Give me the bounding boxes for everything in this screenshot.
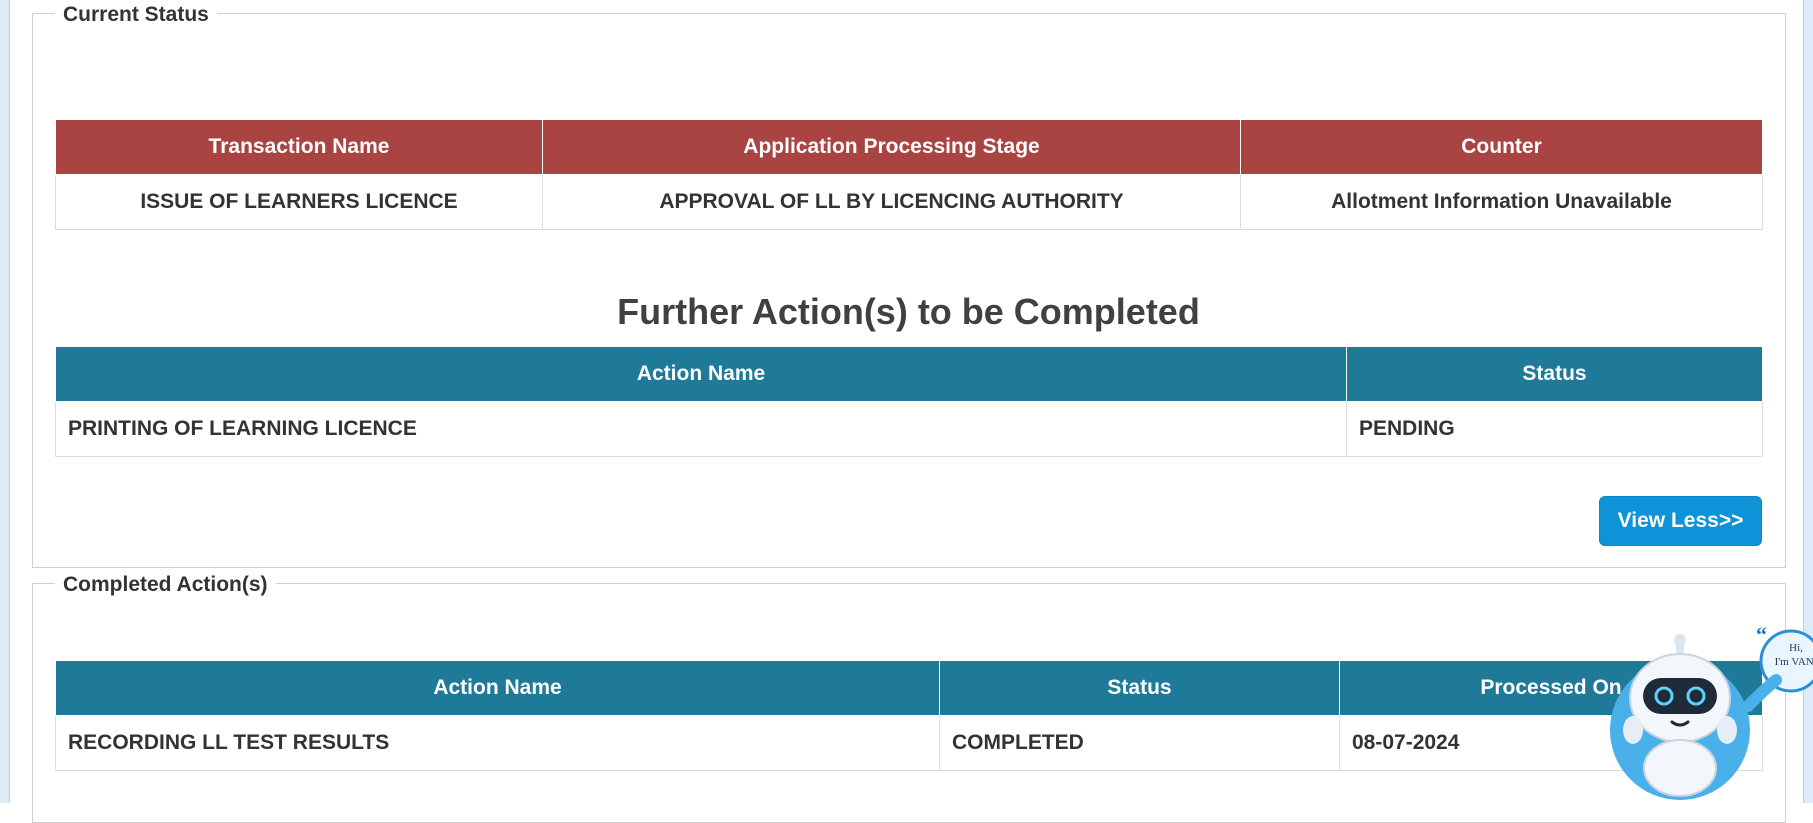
column-header-action-name: Action Name bbox=[55, 660, 940, 716]
current-status-panel: Current Status Transaction Name Applicat… bbox=[32, 3, 1786, 568]
table-header-row: Action Name Status Processed On bbox=[55, 660, 1763, 716]
action-name-cell: PRINTING OF LEARNING LICENCE bbox=[55, 401, 1347, 457]
status-cell: COMPLETED bbox=[939, 715, 1340, 771]
action-name-cell: RECORDING LL TEST RESULTS bbox=[55, 715, 940, 771]
completed-actions-table: Action Name Status Processed On RECORDIN… bbox=[55, 660, 1763, 771]
chatbot-greeting: Hi, I'm VANI bbox=[1771, 641, 1813, 669]
column-header-counter: Counter bbox=[1240, 119, 1763, 175]
column-header-status: Status bbox=[939, 660, 1340, 716]
table-row: PRINTING OF LEARNING LICENCE PENDING bbox=[55, 401, 1763, 457]
table-row: RECORDING LL TEST RESULTS COMPLETED 08-0… bbox=[55, 715, 1763, 771]
column-header-status: Status bbox=[1346, 346, 1763, 402]
chatbot-greeting-line2: I'm VANI bbox=[1774, 656, 1813, 668]
further-actions-heading: Further Action(s) to be Completed bbox=[617, 291, 1200, 332]
completed-actions-legend: Completed Action(s) bbox=[55, 573, 276, 597]
current-status-table: Transaction Name Application Processing … bbox=[55, 119, 1763, 230]
current-status-legend: Current Status bbox=[55, 3, 217, 27]
page-left-border bbox=[0, 0, 10, 803]
table-header-row: Transaction Name Application Processing … bbox=[55, 119, 1763, 175]
processing-stage-cell: APPROVAL OF LL BY LICENCING AUTHORITY bbox=[542, 174, 1241, 230]
transaction-name-cell: ISSUE OF LEARNERS LICENCE bbox=[55, 174, 543, 230]
table-row: ISSUE OF LEARNERS LICENCE APPROVAL OF LL… bbox=[55, 174, 1763, 230]
status-cell: PENDING bbox=[1346, 401, 1763, 457]
column-header-processing-stage: Application Processing Stage bbox=[542, 119, 1241, 175]
counter-cell: Allotment Information Unavailable bbox=[1240, 174, 1763, 230]
further-actions-table: Action Name Status PRINTING OF LEARNING … bbox=[55, 346, 1763, 457]
svg-text:“: “ bbox=[1756, 622, 1767, 647]
chatbot-greeting-line1: Hi, bbox=[1789, 642, 1803, 654]
view-less-button[interactable]: View Less>> bbox=[1599, 496, 1762, 546]
column-header-action-name: Action Name bbox=[55, 346, 1347, 402]
table-header-row: Action Name Status bbox=[55, 346, 1763, 402]
column-header-transaction-name: Transaction Name bbox=[55, 119, 543, 175]
completed-actions-panel: Completed Action(s) Action Name Status P… bbox=[32, 573, 1786, 823]
